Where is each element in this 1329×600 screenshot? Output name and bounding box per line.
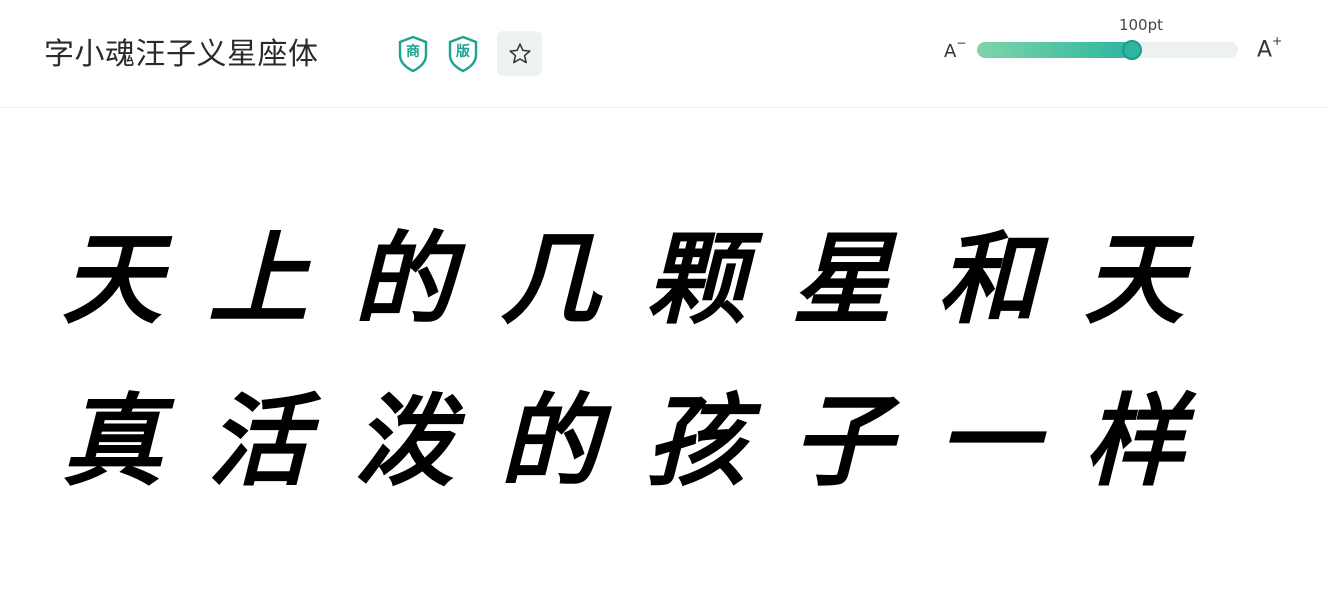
increase-size-sup: + xyxy=(1272,34,1283,48)
favorite-button[interactable] xyxy=(497,31,542,76)
star-icon xyxy=(508,42,531,63)
commercial-badge-text: 商 xyxy=(406,44,420,60)
font-title: 字小魂汪子义星座体 xyxy=(44,37,319,72)
decrease-size-sup: − xyxy=(956,36,967,50)
decrease-size-button[interactable]: A− xyxy=(944,36,967,62)
size-slider[interactable] xyxy=(977,40,1238,60)
decrease-size-label: A xyxy=(944,41,957,62)
size-slider-fill xyxy=(977,42,1133,58)
size-value-label: 100pt xyxy=(1118,16,1164,34)
preview-line-1: 天上的几颗星和天 xyxy=(62,220,1230,338)
increase-size-button[interactable]: A+ xyxy=(1257,34,1283,63)
size-slider-handle[interactable] xyxy=(1122,40,1143,60)
increase-size-label: A xyxy=(1257,37,1273,63)
font-preview-area: 天上的几颗星和天 真活泼的孩子一样 xyxy=(0,109,1329,600)
copyright-badge-text: 版 xyxy=(456,44,470,60)
copyright-badge-icon: 版 xyxy=(447,35,479,73)
toolbar: 字小魂汪子义星座体 商 版 A− 100pt A+ xyxy=(0,0,1329,108)
preview-line-2: 真活泼的孩子一样 xyxy=(62,382,1230,500)
commercial-badge-icon: 商 xyxy=(397,35,429,73)
